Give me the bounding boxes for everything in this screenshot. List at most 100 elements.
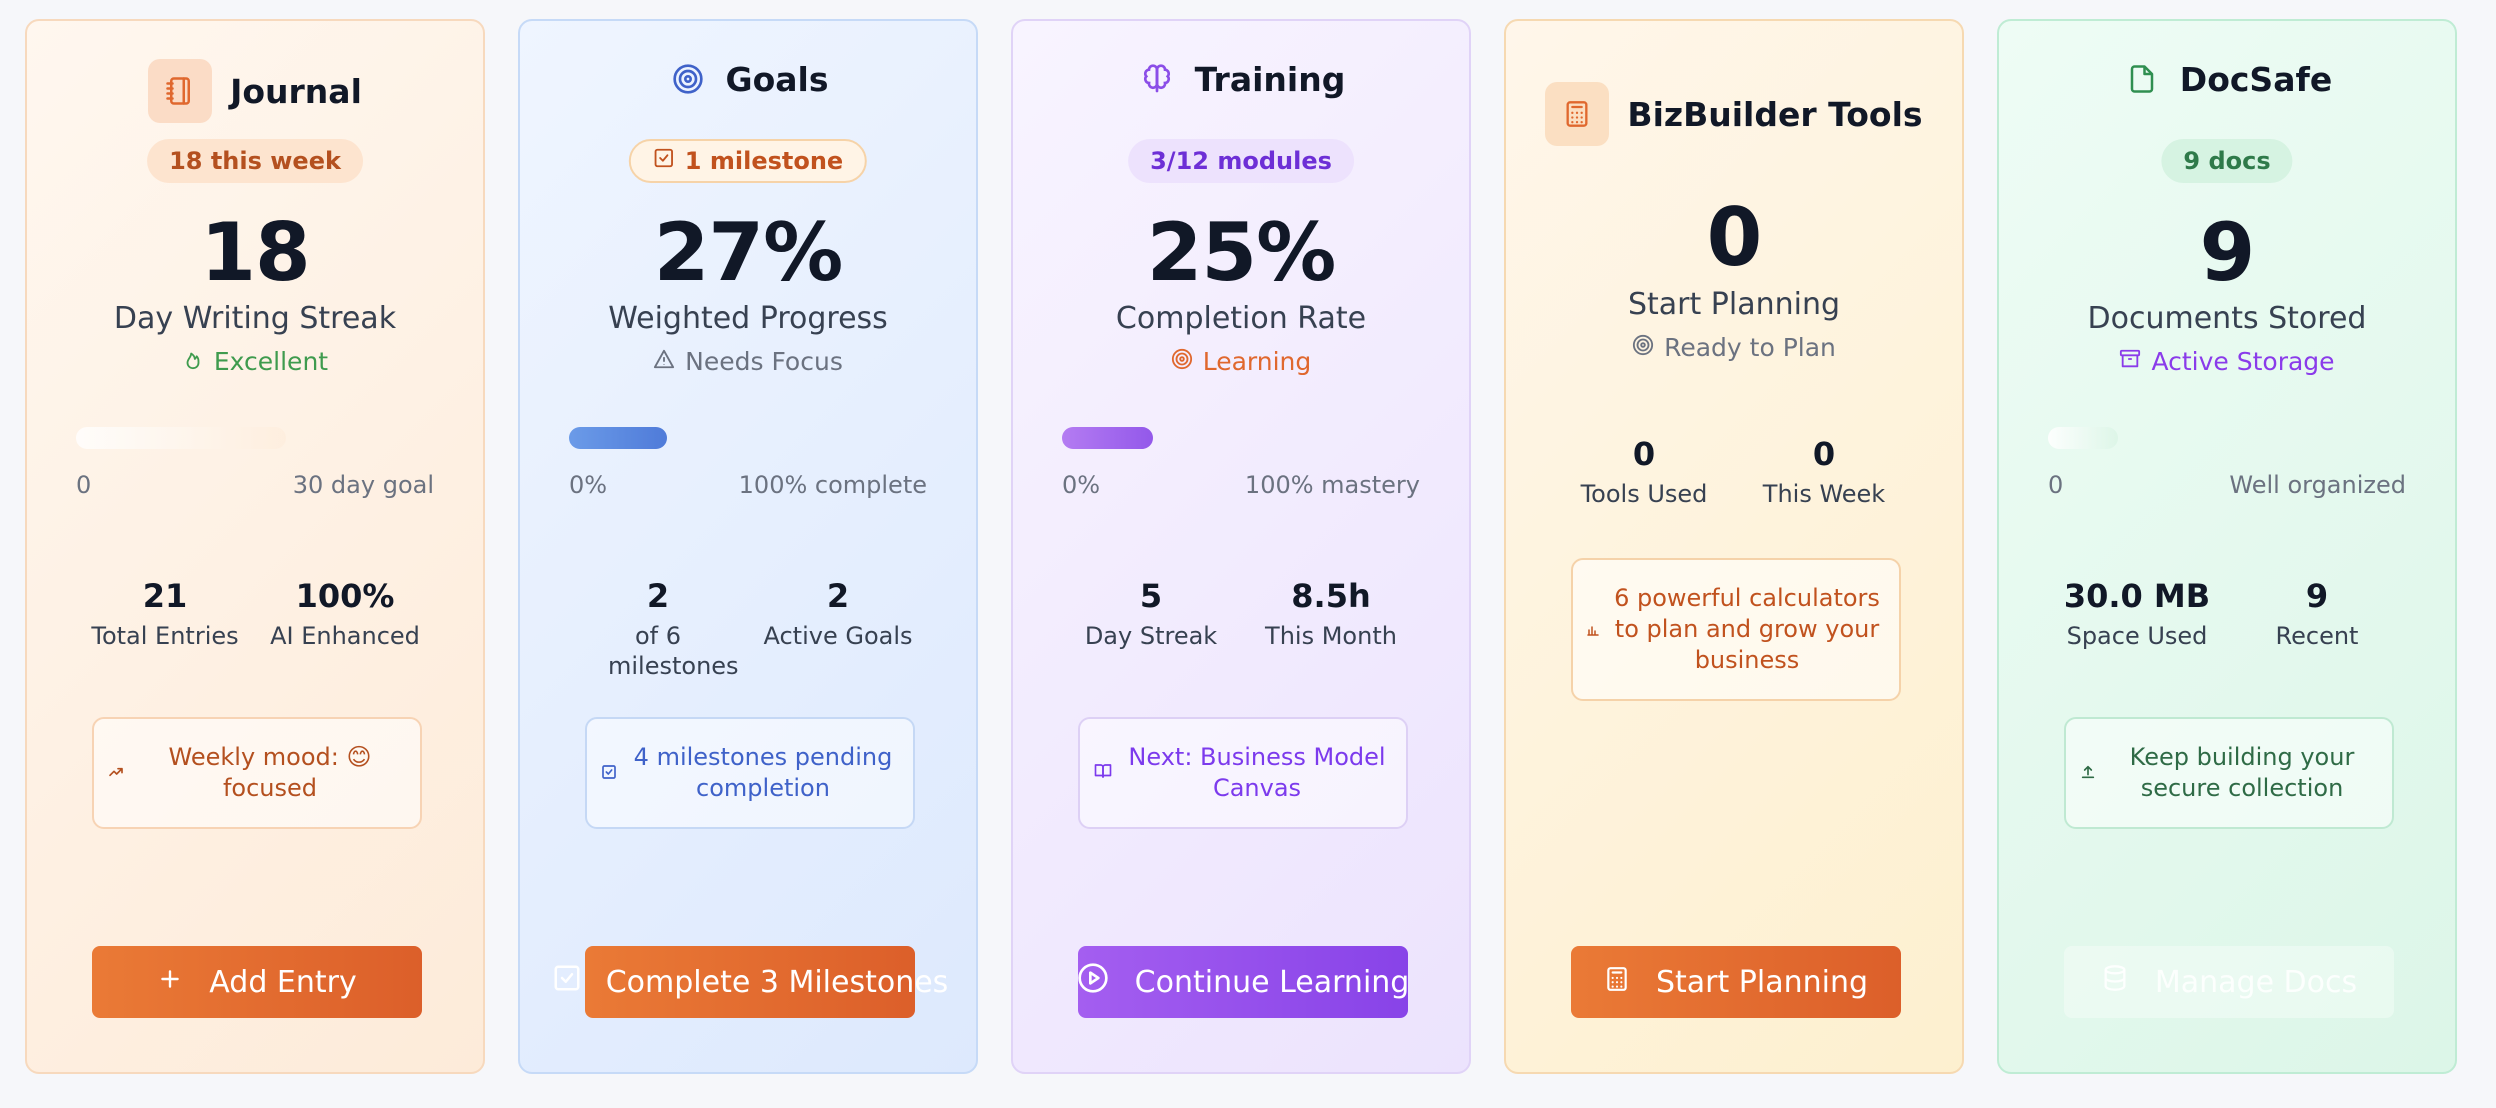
stat-space-used: 30.0 MB Space Used [2063,577,2211,650]
button-label: Continue Learning [1134,964,1410,1000]
note-text: Next: Business Model Canvas [1128,742,1386,802]
stat-recent: 9 Recent [2275,577,2359,650]
planning-value: 0 [1706,191,1763,284]
calculator-icon [1604,965,1630,1000]
status-line: Active Storage [1999,347,2455,376]
button-label: Manage Docs [2154,964,2358,1000]
progress-range: 0 30 day goal [76,471,434,499]
button-label: Start Planning [1655,964,1869,1000]
stats-row: 2 of 6 milestones 2 Active Goals [568,577,928,681]
range-start: 0 [76,471,92,499]
badge-text: 1 milestone [684,147,844,175]
database-icon [2101,964,2129,1000]
flame-icon [182,347,204,376]
stat-milestones: 2 of 6 milestones [608,577,739,680]
milestone-badge: 1 milestone [628,139,868,183]
stats-row: 30.0 MB Space Used 9 Recent [2047,577,2407,651]
target-icon [668,59,708,99]
edit-checkbox-icon [552,963,582,1001]
range-end: Well organized [2229,471,2406,499]
range-start: 0 [2048,471,2064,499]
status-text: Ready to Plan [1664,333,1836,362]
play-circle-icon [1077,962,1109,1002]
collection-note: Keep building your secure collection [2064,717,2394,829]
progress-bar [2048,427,2118,449]
start-planning-button[interactable]: Start Planning [1571,946,1901,1018]
training-card: Training 3/12 modules 25% Completion Rat… [1011,19,1471,1074]
add-entry-button[interactable]: Add Entry [92,946,422,1018]
stat-day-streak: 5 Day Streak [1084,577,1218,650]
stat-this-month: 8.5h This Month [1265,577,1397,650]
status-text: Learning [1202,347,1312,376]
chart-icon [1587,614,1599,645]
target-icon [1632,333,1654,362]
stats-row: 21 Total Entries 100% AI Enhanced [75,577,435,651]
checkbox-icon [601,757,617,788]
trending-up-icon [108,757,124,788]
goals-header: Goals [520,59,976,99]
status-line: Needs Focus [520,347,976,376]
status-text: Needs Focus [685,347,843,376]
modules-badge: 3/12 modules [1128,139,1354,183]
docs-value: 9 [2199,206,2256,299]
brain-icon [1137,59,1177,99]
card-title: Goals [725,59,829,99]
training-header: Training [1013,59,1469,99]
checkbox-icon [653,147,675,175]
completion-value: 25% [1146,206,1336,299]
upload-icon [2080,757,2096,788]
pending-note: 4 milestones pending completion [585,717,915,829]
card-title: BizBuilder Tools [1627,94,1923,134]
note-text: 4 milestones pending completion [633,742,893,802]
goals-card: Goals 1 milestone 27% Weighted Progress … [518,19,978,1074]
button-label: Add Entry [209,964,357,1000]
docsafe-card: DocSafe 9 docs 9 Documents Stored Active… [1997,19,2457,1074]
stats-row: 5 Day Streak 8.5h This Month [1061,577,1421,651]
stat-total-entries: 21 Total Entries [91,577,239,650]
archive-icon [2119,347,2141,376]
journal-header: Journal [27,59,483,123]
stat-ai-enhanced: 100% AI Enhanced [270,577,420,650]
notebook-icon [148,59,213,123]
warning-icon [653,347,675,376]
mood-note: Weekly mood: 😊 focused [92,717,422,829]
note-text: Keep building your secure collection [2129,742,2355,802]
range-end: 100% complete [738,471,927,499]
next-module-note: Next: Business Model Canvas [1078,717,1408,829]
calculator-icon [1545,82,1610,146]
weekly-badge: 18 this week [147,139,363,183]
manage-docs-button[interactable]: Manage Docs [2064,946,2394,1018]
card-title: DocSafe [2179,59,2333,99]
card-title: Journal [230,71,362,111]
status-line: Excellent [27,347,483,376]
status-line: Ready to Plan [1506,333,1962,362]
card-title: Training [1194,59,1346,99]
book-open-icon [1094,757,1112,788]
progress-range: 0 Well organized [2048,471,2406,499]
docs-label: Documents Stored [2087,301,2367,336]
range-start: 0% [1062,471,1101,499]
note-text: 6 powerful calculators to plan and grow … [1614,583,1880,675]
complete-milestones-button[interactable]: Complete 3 Milestones [554,946,948,1018]
button-label: Complete 3 Milestones [605,964,949,1000]
streak-value: 18 [200,206,310,299]
range-end: 100% mastery [1244,471,1420,499]
target-icon [1171,347,1193,376]
stats-row: 0 Tools Used 0 This Week [1554,435,1914,509]
stat-this-week: 0 This Week [1762,435,1886,508]
status-text: Active Storage [2151,347,2335,376]
continue-learning-button[interactable]: Continue Learning [1077,946,1410,1018]
bizbuilder-card: BizBuilder Tools 0 Start Planning Ready … [1504,19,1964,1074]
calculators-note: 6 powerful calculators to plan and grow … [1571,558,1901,701]
planning-label: Start Planning [1627,287,1841,322]
stat-tools-used: 0 Tools Used [1580,435,1708,508]
progress-bar [569,427,667,449]
progress-value: 27% [653,206,843,299]
status-line: Learning [1013,347,1469,376]
file-icon [2122,59,2162,99]
journal-card: Journal 18 this week 18 Day Writing Stre… [25,19,485,1074]
note-text: Weekly mood: 😊 focused [168,742,372,802]
range-end: 30 day goal [292,471,434,499]
progress-bar [76,427,286,449]
progress-bar [1062,427,1153,449]
